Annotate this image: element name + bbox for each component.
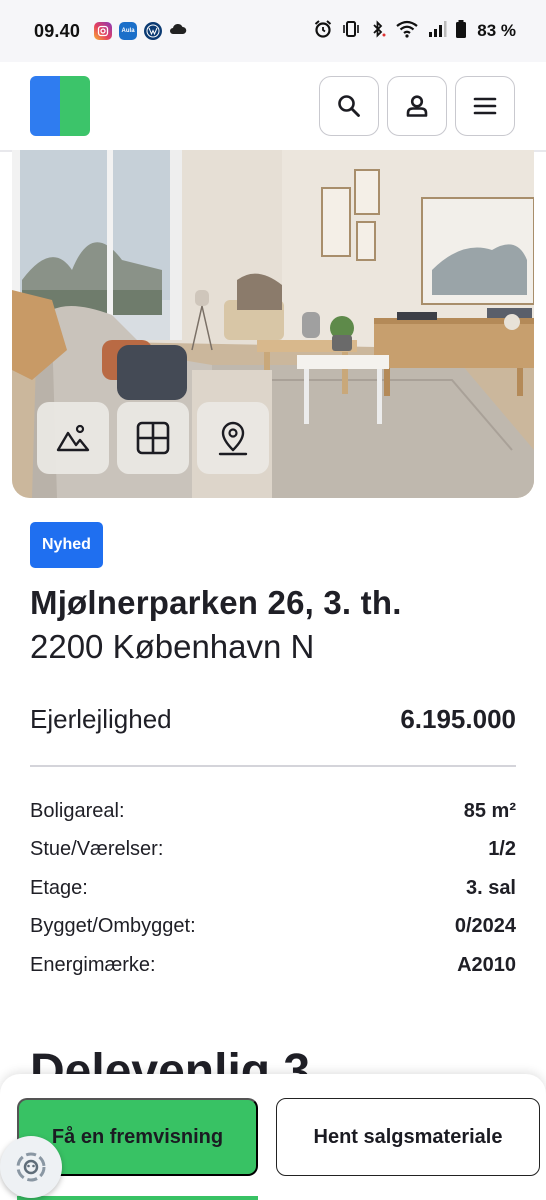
menu-icon bbox=[473, 97, 497, 115]
system-icons: 83 % bbox=[313, 19, 516, 44]
account-button[interactable] bbox=[387, 76, 447, 136]
vibrate-icon bbox=[341, 19, 361, 44]
green-strip bbox=[17, 1196, 258, 1200]
fact-label: Bygget/Ombygget: bbox=[30, 915, 196, 938]
fact-label: Energimærke: bbox=[30, 953, 156, 976]
download-sales-material-button[interactable]: Hent salgsmateriale bbox=[276, 1098, 540, 1176]
fact-label: Stue/Værelser: bbox=[30, 838, 164, 861]
fact-value: 0/2024 bbox=[454, 915, 516, 938]
listing-price: 6.195.000 bbox=[400, 704, 516, 734]
fact-row-energy: Energimærke: A2010 bbox=[30, 946, 516, 985]
fact-value: A2010 bbox=[457, 953, 516, 976]
battery-icon bbox=[455, 19, 467, 44]
instagram-icon bbox=[94, 22, 113, 40]
fact-row-built: Bygget/Ombygget: 0/2024 bbox=[30, 908, 516, 947]
facts-list: Boligareal: 85 m² Stue/Værelser: 1/2 Eta… bbox=[30, 792, 516, 985]
notification-icons: Aula bbox=[94, 22, 187, 40]
image-icon bbox=[56, 424, 90, 452]
fact-label: Boligareal: bbox=[30, 799, 125, 822]
map-pin-icon bbox=[218, 421, 248, 456]
site-header bbox=[0, 62, 546, 152]
listing-street: Mjølnerparken 26, 3. th. bbox=[30, 584, 402, 621]
fact-value: 3. sal bbox=[465, 876, 516, 899]
fact-row-living-area: Boligareal: 85 m² bbox=[30, 792, 516, 831]
floorplan-button[interactable] bbox=[117, 402, 189, 474]
floorplan-icon bbox=[136, 421, 170, 455]
battery-percent: 83 % bbox=[477, 21, 516, 40]
fact-value: 85 m² bbox=[463, 799, 516, 822]
search-button[interactable] bbox=[319, 76, 379, 136]
status-time: 09.40 bbox=[34, 20, 81, 41]
divider bbox=[30, 765, 516, 767]
new-listing-badge: Nyhed bbox=[30, 522, 103, 568]
volkswagen-icon bbox=[144, 22, 163, 40]
account-icon bbox=[406, 95, 428, 117]
brand-logo[interactable] bbox=[30, 76, 90, 136]
map-location-button[interactable] bbox=[197, 402, 269, 474]
fact-value: 1/2 bbox=[488, 838, 516, 861]
wifi-icon bbox=[395, 19, 419, 44]
action-sheet: Få en fremvisning Hent salgsmateriale bbox=[0, 1074, 546, 1200]
fact-row-floor: Etage: 3. sal bbox=[30, 869, 516, 908]
listing-city: 2200 København N bbox=[30, 628, 315, 665]
gallery-photos-button[interactable] bbox=[37, 402, 109, 474]
cloud-icon bbox=[169, 22, 187, 40]
search-icon bbox=[338, 95, 360, 117]
property-photo[interactable] bbox=[12, 150, 534, 498]
aula-icon: Aula bbox=[119, 22, 138, 40]
chat-bot-icon bbox=[16, 1152, 46, 1182]
menu-button[interactable] bbox=[455, 76, 515, 136]
property-type: Ejerlejlighed bbox=[30, 704, 172, 734]
bluetooth-icon bbox=[369, 19, 387, 44]
fact-label: Etage: bbox=[30, 876, 88, 899]
chat-widget-button[interactable] bbox=[0, 1136, 62, 1198]
fact-row-rooms: Stue/Værelser: 1/2 bbox=[30, 831, 516, 870]
signal-icon bbox=[427, 19, 447, 44]
status-bar: 09.40 Aula 83 % bbox=[0, 0, 546, 62]
alarm-icon bbox=[313, 19, 333, 44]
